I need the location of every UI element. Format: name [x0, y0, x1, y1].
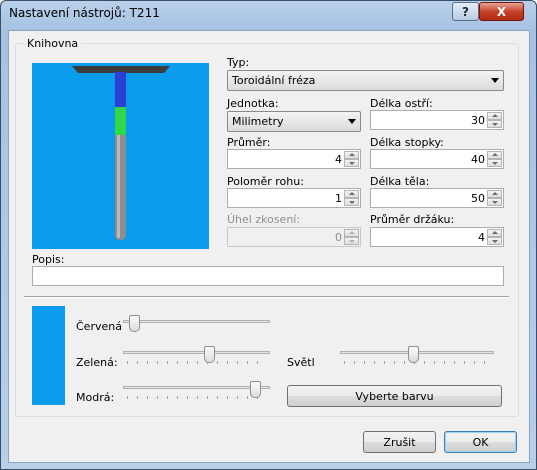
help-button[interactable]: ? [452, 2, 479, 21]
choose-color-label: Vyberte barvu [355, 389, 434, 403]
flute-length-value: 30 [471, 114, 485, 127]
unit-label: Jednotka: [227, 97, 279, 110]
tool-holder [72, 66, 170, 73]
corner-radius-spinbox[interactable]: 1 [227, 188, 361, 208]
close-button[interactable]: X [479, 2, 524, 21]
bevel-angle-stepper [344, 229, 359, 245]
unit-combo[interactable]: Milimetry [227, 111, 361, 132]
body-length-label: Délka těla: [370, 175, 430, 188]
diameter-spinbox[interactable]: 4 [227, 149, 361, 169]
brightness-slider-thumb[interactable] [407, 346, 419, 363]
diameter-label: Průměr: [227, 136, 271, 149]
corner-radius-label: Poloměr rohu: [227, 175, 304, 188]
ok-label: OK [472, 435, 489, 449]
description-input[interactable] [32, 266, 504, 286]
blue-label: Modrá: [76, 391, 115, 404]
spin-up-icon[interactable] [344, 190, 359, 198]
chevron-down-icon [491, 78, 499, 83]
type-label: Typ: [227, 56, 250, 69]
green-label: Zelená: [76, 356, 118, 369]
shank-length-stepper[interactable] [487, 151, 502, 167]
holder-diameter-stepper[interactable] [487, 229, 502, 245]
spin-up-icon[interactable] [487, 190, 502, 198]
green-slider-thumb[interactable] [203, 346, 215, 363]
shank-length-label: Délka stopky: [370, 136, 444, 149]
tool-shank [115, 72, 126, 107]
tool-preview [32, 63, 209, 249]
brightness-label: Světlost [287, 356, 315, 369]
window-title: Nastavení nástrojů: T211 [9, 6, 160, 20]
holder-diameter-label: Průměr držáku: [370, 213, 455, 226]
green-slider[interactable] [123, 346, 270, 368]
blue-slider[interactable] [123, 381, 270, 403]
corner-radius-stepper[interactable] [344, 190, 359, 206]
library-group-label: Knihovna [24, 37, 82, 50]
spin-down-icon[interactable] [487, 159, 502, 167]
chevron-down-icon [348, 119, 356, 124]
red-label: Červená [76, 320, 122, 333]
flute-length-stepper[interactable] [487, 112, 502, 128]
spin-up-icon[interactable] [487, 229, 502, 237]
diameter-value: 4 [335, 153, 342, 166]
shank-length-spinbox[interactable]: 40 [370, 149, 504, 169]
cancel-button[interactable]: Zrušit [363, 431, 436, 453]
ok-button[interactable]: OK [444, 431, 517, 453]
type-combo[interactable]: Toroidální fréza [227, 70, 504, 91]
spin-down-icon[interactable] [344, 198, 359, 206]
spin-down-icon[interactable] [487, 120, 502, 128]
spin-down-icon[interactable] [344, 159, 359, 167]
slider-track [123, 386, 270, 389]
bevel-angle-label: Úhel zkosení: [227, 213, 301, 226]
choose-color-button[interactable]: Vyberte barvu [287, 385, 502, 407]
spin-down-icon[interactable] [487, 237, 502, 245]
tool-body [115, 135, 126, 240]
color-separator [24, 296, 509, 298]
spin-down-icon[interactable] [487, 198, 502, 206]
body-length-spinbox[interactable]: 50 [370, 188, 504, 208]
spin-down-icon [344, 237, 359, 245]
spin-up-icon[interactable] [344, 151, 359, 159]
help-icon: ? [462, 4, 469, 19]
flute-length-label: Délka ostří: [370, 97, 433, 110]
slider-ticks [127, 361, 266, 364]
slider-track [123, 320, 270, 323]
spin-up-icon[interactable] [487, 151, 502, 159]
flute-length-spinbox[interactable]: 30 [370, 110, 504, 130]
brightness-slider[interactable] [340, 346, 494, 368]
slider-ticks [127, 396, 266, 399]
unit-combo-value: Milimetry [232, 115, 284, 128]
diameter-stepper[interactable] [344, 151, 359, 167]
spin-up-icon[interactable] [487, 112, 502, 120]
close-icon: X [496, 4, 507, 19]
shank-length-value: 40 [471, 153, 485, 166]
body-length-value: 50 [471, 192, 485, 205]
tool-body-highlight [117, 135, 120, 238]
title-bar[interactable]: Nastavení nástrojů: T211 ? X [1, 1, 536, 25]
red-slider-thumb[interactable] [129, 315, 141, 332]
corner-radius-value: 1 [335, 192, 342, 205]
description-label: Popis: [32, 253, 65, 266]
holder-diameter-value: 4 [478, 231, 485, 244]
type-combo-value: Toroidální fréza [232, 74, 316, 87]
bevel-angle-spinbox: 0 [227, 227, 361, 247]
spin-up-icon [344, 229, 359, 237]
color-swatch [32, 306, 65, 405]
bevel-angle-value: 0 [335, 231, 342, 244]
tool-flute [115, 107, 126, 135]
slider-track [123, 351, 270, 354]
blue-slider-thumb[interactable] [249, 381, 261, 398]
red-slider[interactable] [123, 315, 270, 337]
holder-diameter-spinbox[interactable]: 4 [370, 227, 504, 247]
body-length-stepper[interactable] [487, 190, 502, 206]
cancel-label: Zrušit [383, 435, 416, 449]
